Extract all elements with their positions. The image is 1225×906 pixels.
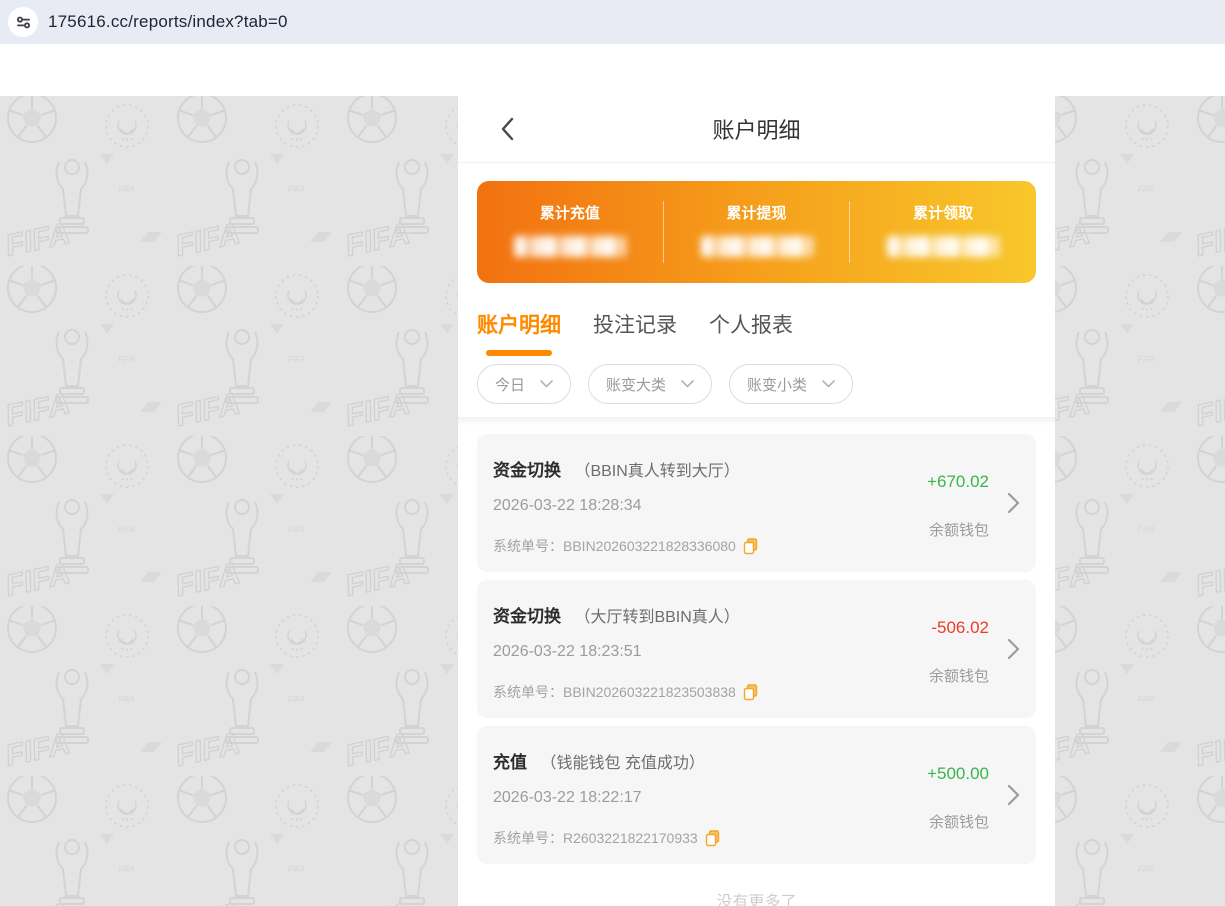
- summary-deposit: 累计充值: [477, 181, 663, 283]
- masked-value: [887, 236, 999, 257]
- filter-label: 今日: [495, 374, 525, 395]
- tab-label: 投注记录: [593, 309, 677, 339]
- txn-type: 资金切换: [493, 461, 561, 480]
- txn-order-no: BBIN202603221828336080: [563, 538, 736, 554]
- browser-url-bar[interactable]: 175616.cc/reports/index?tab=0: [0, 0, 1225, 44]
- filter-label: 账变小类: [747, 374, 807, 395]
- transaction-row[interactable]: 资金切换 （BBIN真人转到大厅） 2026-03-22 18:28:34 系统…: [477, 434, 1036, 572]
- masked-value: [514, 236, 626, 257]
- txn-order-no: R2603221822170933: [563, 830, 698, 846]
- filter-date-dropdown[interactable]: 今日: [477, 364, 571, 404]
- tune-icon[interactable]: [8, 7, 38, 37]
- txn-detail: （钱能钱包 充值成功）: [540, 755, 704, 772]
- txn-order-label: 系统单号：: [493, 682, 563, 702]
- txn-type: 充值: [493, 753, 527, 772]
- txn-title: 充值 （钱能钱包 充值成功）: [493, 748, 705, 773]
- transaction-row[interactable]: 充值 （钱能钱包 充值成功） 2026-03-22 18:22:17 系统单号：…: [477, 726, 1036, 864]
- summary-withdraw: 累计提现: [664, 181, 850, 283]
- txn-amount: +500.00: [927, 764, 989, 784]
- txn-order-no: BBIN202603221823503838: [563, 684, 736, 700]
- chevron-down-icon: [540, 380, 553, 388]
- filter-minor-category-dropdown[interactable]: 账变小类: [729, 364, 853, 404]
- no-more-text: 没有更多了: [477, 888, 1036, 906]
- txn-type: 资金切换: [493, 607, 561, 626]
- page-title: 账户明细: [712, 113, 800, 145]
- transaction-row[interactable]: 资金切换 （大厅转到BBIN真人） 2026-03-22 18:23:51 系统…: [477, 580, 1036, 718]
- txn-order-row: 系统单号： BBIN202603221828336080: [493, 536, 758, 556]
- app-panel: 账户明细 累计充值 累计提现 累计领取 账户明细: [458, 96, 1055, 906]
- tab-bet-records[interactable]: 投注记录: [593, 309, 677, 356]
- txn-order-label: 系统单号：: [493, 828, 563, 848]
- filter-bar: 今日 账变大类 账变小类: [458, 364, 1055, 404]
- filter-label: 账变大类: [606, 374, 666, 395]
- txn-amount: -506.02: [931, 618, 989, 638]
- txn-detail: （大厅转到BBIN真人）: [574, 609, 739, 626]
- txn-datetime: 2026-03-22 18:22:17: [493, 789, 642, 807]
- tab-account-detail[interactable]: 账户明细: [477, 309, 561, 356]
- tab-label: 个人报表: [709, 309, 793, 339]
- txn-detail: （BBIN真人转到大厅）: [574, 463, 739, 480]
- summary-claim: 累计领取: [850, 181, 1036, 283]
- summary-card: 累计充值 累计提现 累计领取: [477, 181, 1036, 283]
- screen: 175616.cc/reports/index?tab=0: [0, 0, 1225, 906]
- txn-wallet: 余额钱包: [929, 519, 989, 540]
- summary-label: 累计充值: [540, 202, 600, 223]
- txn-wallet: 余额钱包: [929, 665, 989, 686]
- txn-order-row: 系统单号： BBIN202603221823503838: [493, 682, 758, 702]
- transaction-list: 资金切换 （BBIN真人转到大厅） 2026-03-22 18:28:34 系统…: [458, 426, 1055, 906]
- back-button[interactable]: [488, 110, 526, 148]
- txn-datetime: 2026-03-22 18:23:51: [493, 643, 642, 661]
- txn-title: 资金切换 （大厅转到BBIN真人）: [493, 602, 740, 627]
- filter-divider-shadow: [458, 417, 1055, 426]
- txn-wallet: 余额钱包: [929, 811, 989, 832]
- chevron-right-icon[interactable]: [1007, 638, 1020, 660]
- summary-label: 累计提现: [727, 202, 787, 223]
- tab-personal-report[interactable]: 个人报表: [709, 309, 793, 356]
- copy-icon[interactable]: [705, 830, 720, 847]
- summary-label: 累计领取: [913, 202, 973, 223]
- chevron-down-icon: [822, 380, 835, 388]
- copy-icon[interactable]: [743, 538, 758, 555]
- txn-title: 资金切换 （BBIN真人转到大厅）: [493, 456, 740, 481]
- url-text[interactable]: 175616.cc/reports/index?tab=0: [48, 12, 288, 32]
- tab-bar: 账户明细 投注记录 个人报表: [458, 309, 1055, 356]
- chevron-right-icon[interactable]: [1007, 784, 1020, 806]
- masked-value: [701, 236, 813, 257]
- chevron-right-icon[interactable]: [1007, 492, 1020, 514]
- copy-icon[interactable]: [743, 684, 758, 701]
- txn-order-row: 系统单号： R2603221822170933: [493, 828, 720, 848]
- tab-label: 账户明细: [477, 309, 561, 339]
- app-header: 账户明细: [458, 96, 1055, 163]
- filter-major-category-dropdown[interactable]: 账变大类: [588, 364, 712, 404]
- txn-amount: +670.02: [927, 472, 989, 492]
- txn-order-label: 系统单号：: [493, 536, 563, 556]
- chevron-down-icon: [681, 380, 694, 388]
- txn-datetime: 2026-03-22 18:28:34: [493, 497, 642, 515]
- tab-active-underline: [486, 350, 552, 356]
